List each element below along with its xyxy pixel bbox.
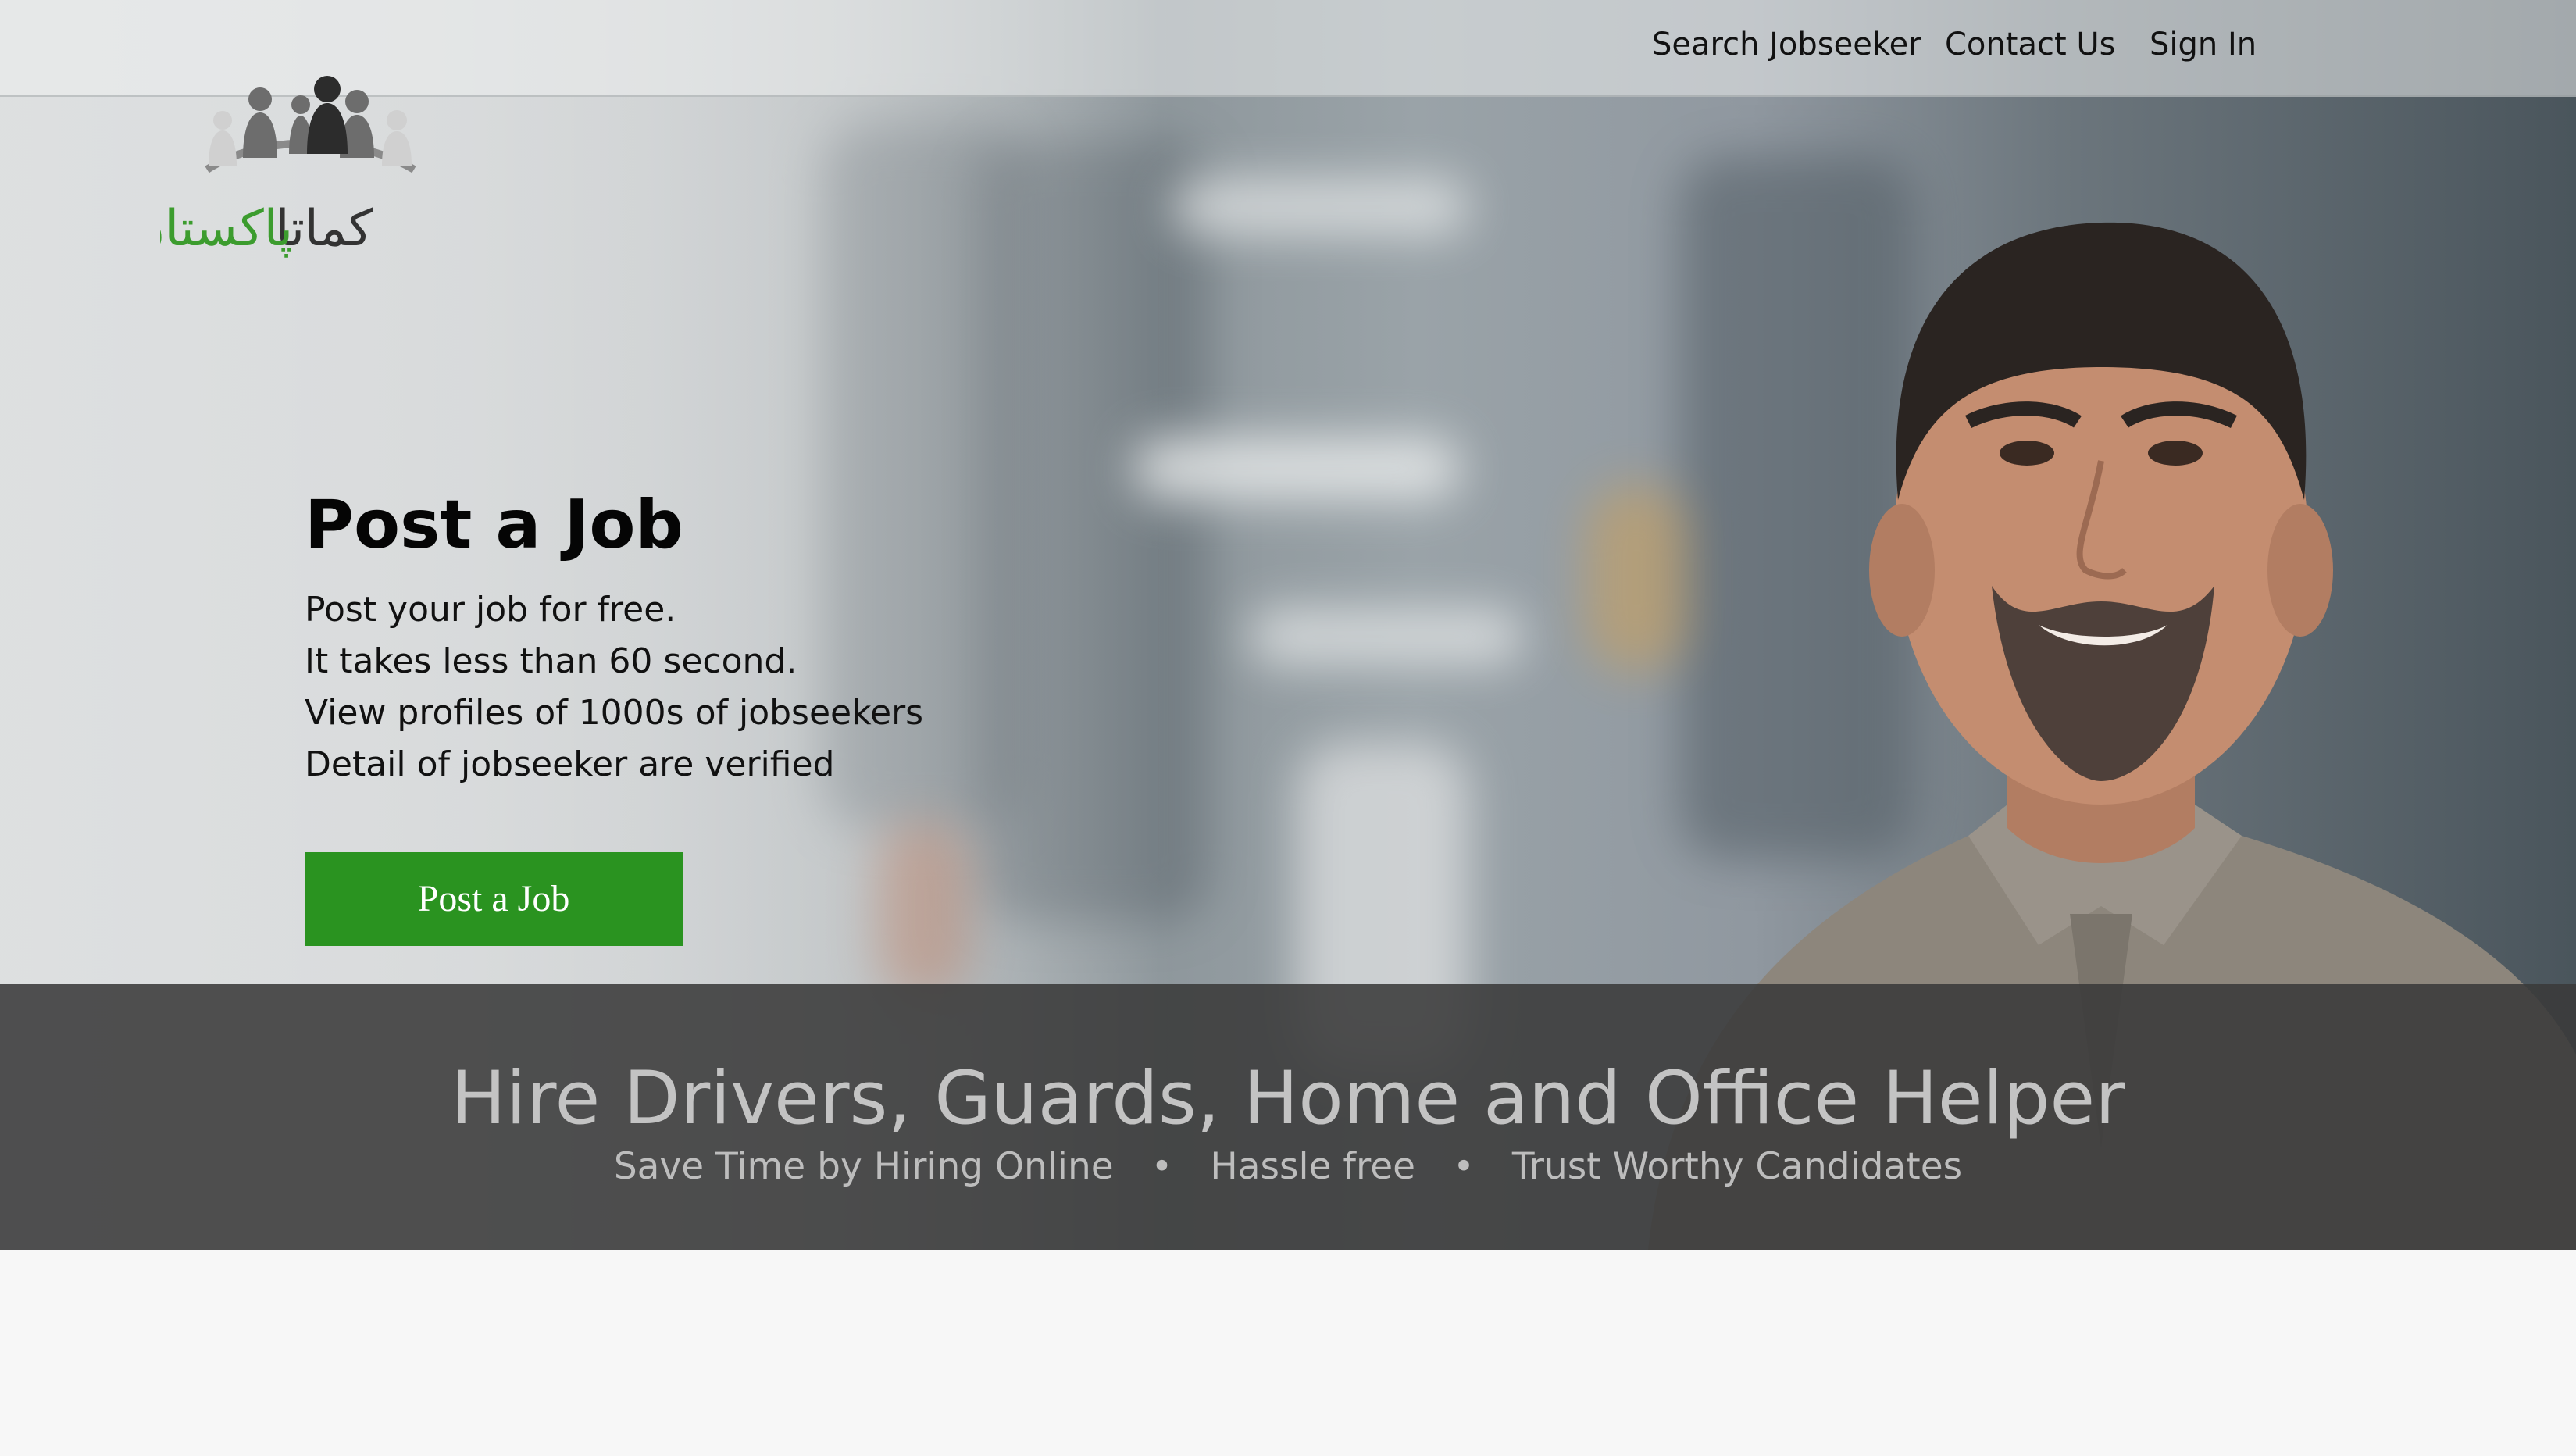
band-title: Hire Drivers, Guards, Home and Office He… [451, 1056, 2125, 1141]
hero-line: Post your job for free. [305, 590, 676, 630]
hero-title: Post a Job [305, 486, 683, 564]
background-blur-shape [1172, 180, 1468, 234]
hire-helpers-band: Hire Drivers, Guards, Home and Office He… [0, 984, 2576, 1250]
hero-line: Detail of jobseeker are verified [305, 744, 835, 784]
band-features: Save Time by Hiring Online • Hassle free • T… [0, 1145, 2576, 1188]
band-feature: Hassle free [1210, 1145, 1416, 1188]
background-blur-shape [1250, 609, 1523, 664]
site-logo[interactable]: کماتا پاکستان [160, 72, 457, 267]
post-a-job-button[interactable]: Post a Job [305, 852, 683, 946]
nav-link-contact-us[interactable]: Contact Us [1945, 27, 2115, 62]
background-blur-shape [1133, 437, 1461, 500]
separator-dot: • [1151, 1145, 1173, 1188]
band-feature: Trust Worthy Candidates [1511, 1145, 1963, 1188]
nav-link-sign-in[interactable]: Sign In [2150, 27, 2257, 62]
logo-text-green: پاکستان [160, 200, 293, 258]
separator-dot: • [1453, 1145, 1475, 1188]
hero-line: It takes less than 60 second. [305, 641, 797, 681]
band-feature: Save Time by Hiring Online [613, 1145, 1114, 1188]
page-body-area [0, 1250, 2576, 1456]
hero-line: View profiles of 1000s of jobseekers [305, 693, 924, 733]
nav-link-search-jobseeker[interactable]: Search Jobseeker [1652, 27, 1921, 62]
